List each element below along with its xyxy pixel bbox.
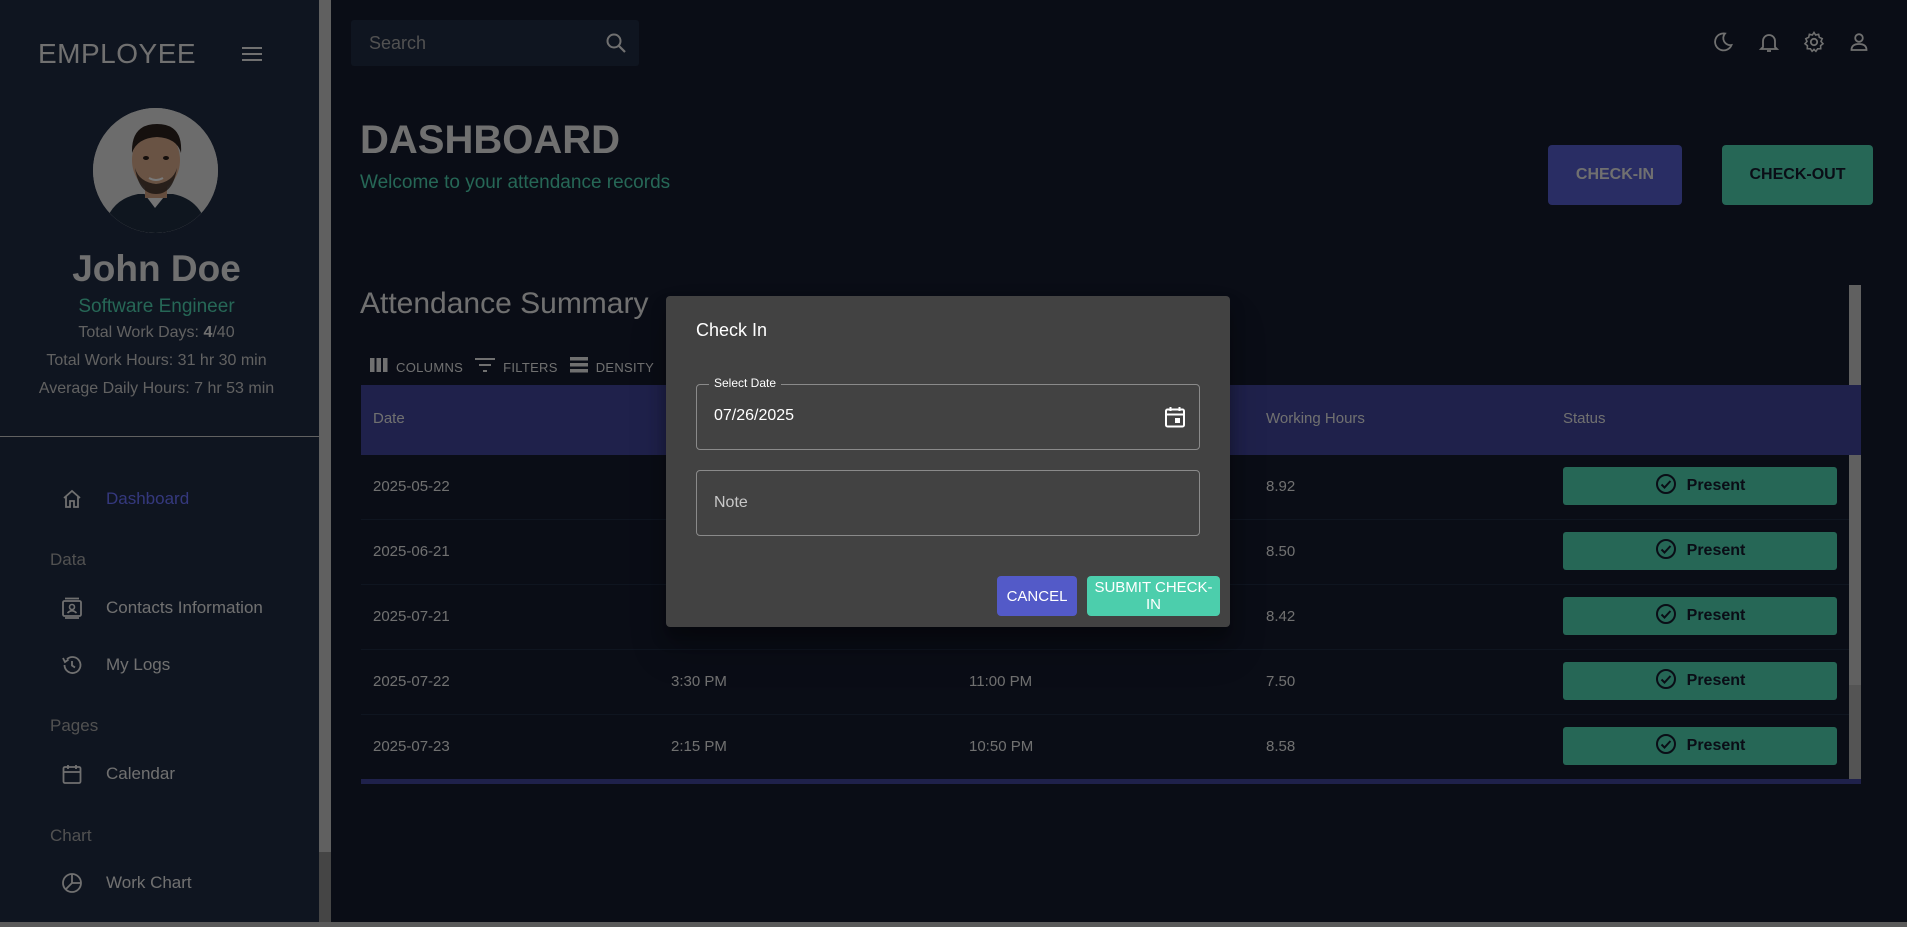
check-in-dialog: Check In Select Date 07/26/2025 Note CAN… [666,296,1230,627]
date-field-value[interactable]: 07/26/2025 [714,407,794,425]
date-field-label: Select Date [709,376,782,390]
calendar-picker-icon[interactable] [1163,405,1187,429]
note-placeholder: Note [714,494,748,511]
note-field[interactable]: Note [696,470,1200,536]
submit-check-in-button[interactable]: SUBMIT CHECK-IN [1087,576,1220,616]
dialog-title: Check In [696,320,768,340]
app-root: EMPLOYEE John Doe Software Engineer Tota… [0,0,1907,927]
cancel-button[interactable]: CANCEL [997,576,1077,616]
window-bottom-edge [0,922,1907,927]
date-field[interactable]: Select Date 07/26/2025 [696,376,1200,450]
